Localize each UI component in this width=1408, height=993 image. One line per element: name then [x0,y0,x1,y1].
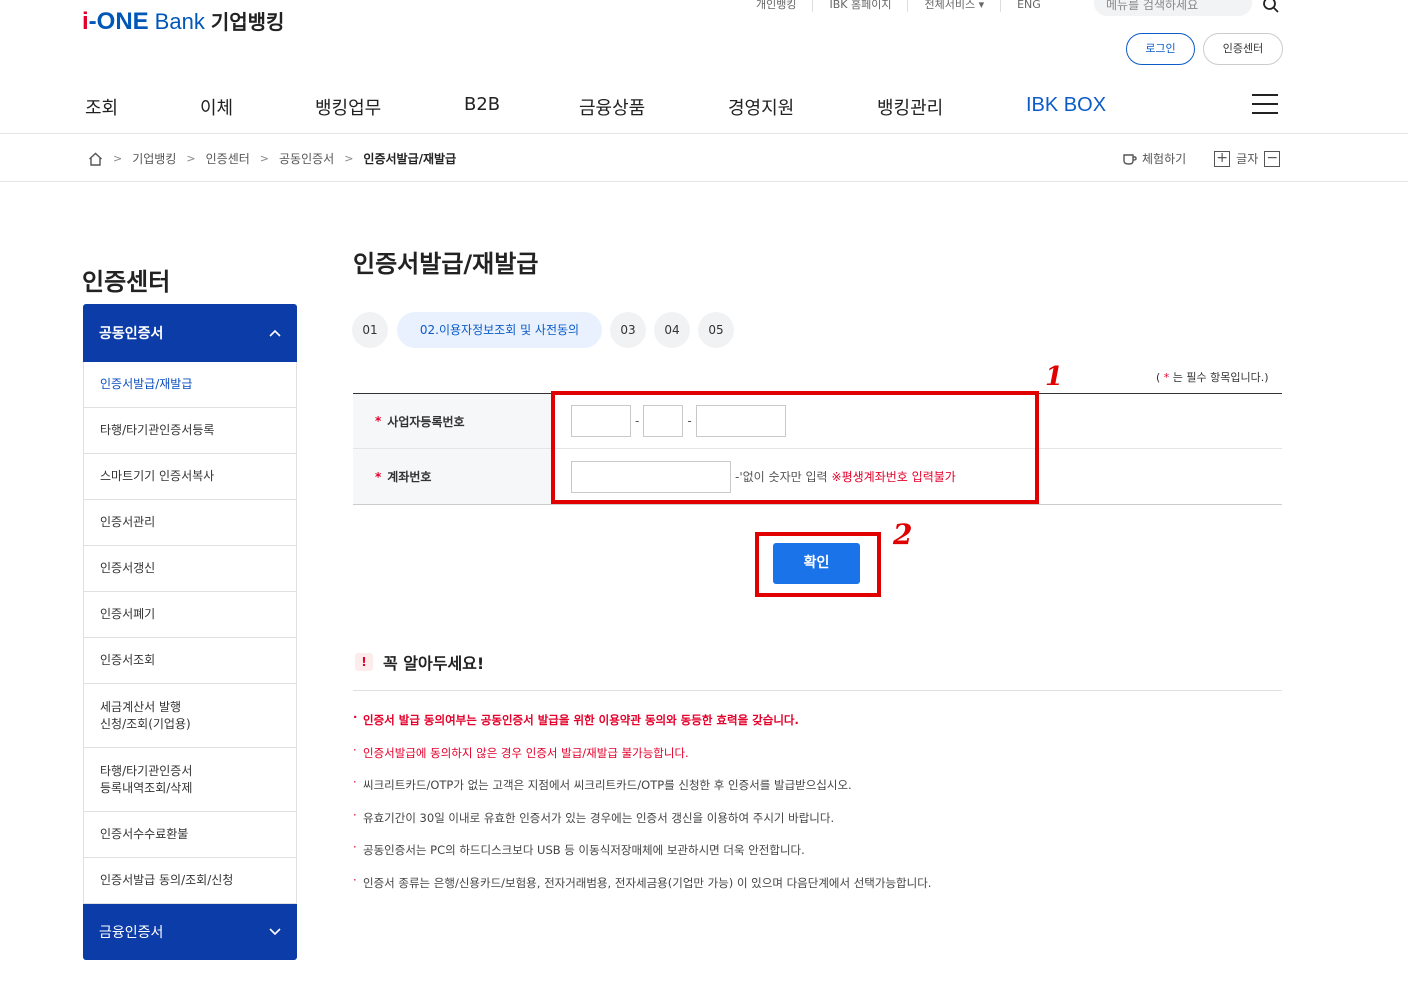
notice-item: 유효기간이 30일 이내로 유효한 인증서가 있는 경우에는 인증서 갱신을 이… [353,808,1282,843]
required-star: * [1163,371,1170,384]
lnb-section-label: 공동인증서 [99,326,164,342]
notice-title-text: 꼭 알아두세요! [383,654,485,673]
gnb-banking-admin[interactable]: 뱅킹관리 [877,94,943,120]
util-link-personal[interactable]: 개인뱅킹 [740,0,814,12]
annotation-box-form [551,391,1039,504]
lnb-section-label: 금융인증서 [99,925,164,941]
account-label: * 계좌번호 [353,449,553,504]
required-star: * [375,469,382,484]
breadcrumb-item[interactable]: 인증센터 [206,150,250,167]
lnb-item-manage[interactable]: 인증서관리 [84,500,296,546]
breadcrumb-item[interactable]: 기업뱅킹 [132,150,176,167]
global-nav: 조회 이체 뱅킹업무 B2B 금융상품 경영지원 뱅킹관리 IBK BOX [0,80,1408,134]
search-input[interactable]: 메뉴를 검색하세요 [1094,0,1252,16]
trial-link[interactable]: 체험하기 [1142,150,1186,167]
chevron-right-icon: > [259,152,269,165]
biz-no-label-text: 사업자등록번호 [387,414,465,429]
lnb-title: 인증센터 [82,268,171,296]
login-button[interactable]: 로그인 [1126,33,1195,65]
notice-item: 인증서 발급 동의여부는 공동인증서 발급을 위한 이용약관 동의와 동등한 효… [353,710,1282,745]
side-nav: 공동인증서 인증서발급/재발급 타행/타기관인증서등록 스마트기기 인증서복사 … [83,304,297,960]
lnb-item-other-history[interactable]: 타행/타기관인증서 등록내역조회/삭제 [84,748,296,812]
gnb-products[interactable]: 금융상품 [579,94,645,120]
chevron-right-icon: > [186,152,196,165]
font-label: 글자 [1236,152,1259,166]
required-note-open: ( [1156,371,1161,384]
search-icon[interactable] [1262,0,1280,14]
notice-item: 인증서발급에 동의하지 않은 경우 인증서 발급/재발급 불가능합니다. [353,743,1282,778]
cert-center-button[interactable]: 인증센터 [1203,33,1283,65]
breadcrumb-current: 인증서발급/재발급 [363,152,457,166]
lnb-submenu: 인증서발급/재발급 타행/타기관인증서등록 스마트기기 인증서복사 인증서관리 … [83,362,297,904]
notice-item: 공동인증서는 PC의 하드디스크보다 USB 등 이동식저장매체에 보관하시면 … [353,840,1282,875]
lnb-item-renew[interactable]: 인증서갱신 [84,546,296,592]
step-4: 04 [654,312,690,348]
notice-item: 인증서 종류는 은행/신용카드/보험용, 전자거래범용, 전자세금용(기업만 가… [353,873,1282,908]
biz-no-label: * 사업자등록번호 [353,394,553,448]
utility-nav: 개인뱅킹 IBK 홈페이지 전체서비스 ▾ ENG [740,0,1057,12]
lnb-item-register-other[interactable]: 타행/타기관인증서등록 [84,408,296,454]
page-title: 인증서발급/재발급 [353,250,539,278]
font-increase-icon[interactable]: + [1214,150,1231,167]
lnb-item-lookup[interactable]: 인증서조회 [84,638,296,684]
divider [353,690,1282,691]
step-5: 05 [698,312,734,348]
menu-icon[interactable] [1252,94,1278,114]
required-star: * [375,414,382,428]
account-label-text: 계좌번호 [387,470,432,484]
breadcrumb: > 기업뱅킹 > 인증센터 > 공동인증서 > 인증서발급/재발급 [88,150,456,167]
annotation-box-confirm [755,532,881,597]
required-note: ( * 는 필수 항목입니다.) [1156,369,1269,385]
lnb-section-financial-cert[interactable]: 금융인증서 [83,904,297,960]
gnb-b2b[interactable]: B2B [464,94,500,115]
lnb-section-common-cert[interactable]: 공동인증서 [83,304,297,362]
logo-bank: Bank [154,9,205,34]
lnb-item-consent[interactable]: 인증서발급 동의/조회/신청 [84,858,296,904]
logo-i: i [82,8,89,35]
step-3: 03 [610,312,646,348]
notice-heading: ! 꼭 알아두세요! [355,650,484,674]
chevron-down-icon [269,928,281,936]
util-link-eng[interactable]: ENG [1001,0,1057,12]
font-decrease-icon[interactable]: − [1264,150,1281,167]
step-1: 01 [352,312,388,348]
required-note-text: 는 필수 항목입니다.) [1172,371,1269,384]
lnb-item-tax-invoice[interactable]: 세금계산서 발행 신청/조회(기업용) [84,684,296,748]
logo-corp: 기업뱅킹 [210,10,285,34]
exclamation-icon: ! [355,653,373,671]
chevron-up-icon [269,329,281,337]
notice-item: 씨크리트카드/OTP가 없는 고객은 지점에서 씨크리트카드/OTP를 신청한 … [353,775,1282,810]
step-2-current: 02.이용자정보조회 및 사전동의 [397,312,602,348]
gnb-management[interactable]: 경영지원 [728,94,794,120]
annotation-number-1: 1 [1045,362,1064,392]
gnb-inquiry[interactable]: 조회 [85,94,118,120]
chevron-right-icon: > [113,152,123,165]
gnb-transfer[interactable]: 이체 [200,94,233,120]
breadcrumb-bar: > 기업뱅킹 > 인증센터 > 공동인증서 > 인증서발급/재발급 체험하기 +… [0,134,1408,182]
lnb-item-revoke[interactable]: 인증서폐기 [84,592,296,638]
chevron-right-icon: > [344,152,354,165]
util-link-homepage[interactable]: IBK 홈페이지 [813,0,909,12]
gnb-ibk-box[interactable]: IBK BOX [1026,94,1106,117]
annotation-number-2: 2 [893,518,913,551]
util-link-all-services[interactable]: 전체서비스 ▾ [908,0,1002,12]
gnb-banking[interactable]: 뱅킹업무 [315,94,381,120]
lnb-item-issue[interactable]: 인증서발급/재발급 [84,362,296,408]
breadcrumb-item[interactable]: 공동인증서 [279,150,334,167]
cup-icon [1123,153,1137,165]
lnb-item-refund[interactable]: 인증서수수료환불 [84,812,296,858]
ibk-logo[interactable]: i -ONE Bank 기업뱅킹 [82,6,284,36]
logo-one: -ONE [88,8,149,35]
home-icon[interactable] [88,152,103,166]
lnb-item-smart-copy[interactable]: 스마트기기 인증서복사 [84,454,296,500]
page-tools: 체험하기 + 글자 − [1122,150,1286,167]
notice-list: 인증서 발급 동의여부는 공동인증서 발급을 위한 이용약관 동의와 동등한 효… [353,710,1282,908]
